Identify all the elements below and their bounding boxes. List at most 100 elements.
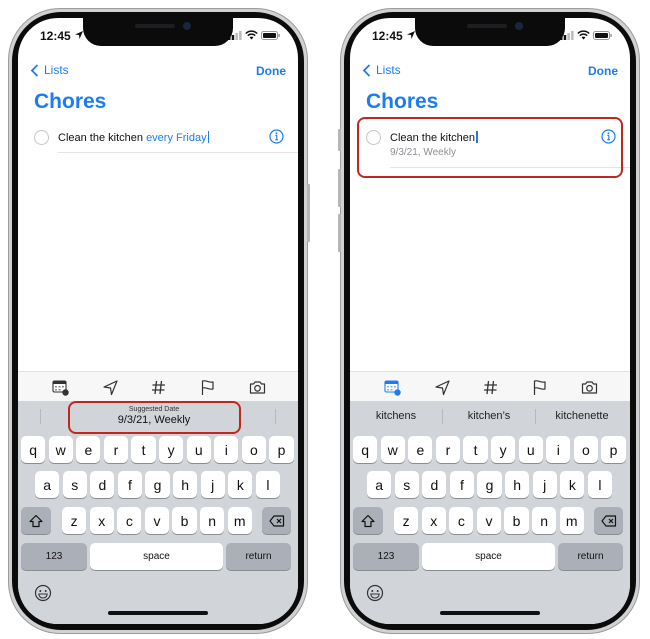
key-b[interactable]: b xyxy=(504,507,529,534)
key-f[interactable]: f xyxy=(449,471,475,498)
key-d[interactable]: d xyxy=(422,471,447,498)
annotation-highlight-reminder xyxy=(357,117,623,178)
key-p[interactable]: p xyxy=(269,436,294,463)
key-o[interactable]: o xyxy=(241,436,267,463)
key-f[interactable]: f xyxy=(117,471,143,498)
key-m[interactable]: m xyxy=(559,507,584,534)
key-e[interactable]: e xyxy=(76,436,101,463)
word-suggestion[interactable]: kitchenette xyxy=(536,401,628,431)
notch xyxy=(83,18,233,46)
calendar-date-icon[interactable] xyxy=(52,379,69,396)
emoji-icon[interactable] xyxy=(34,584,52,602)
key-a[interactable]: a xyxy=(367,471,392,498)
info-icon[interactable] xyxy=(269,129,284,144)
key-l[interactable]: l xyxy=(255,471,281,498)
volume-up-button xyxy=(338,129,341,151)
wifi-icon xyxy=(577,30,590,40)
camera-icon[interactable] xyxy=(581,379,598,396)
key-j[interactable]: j xyxy=(532,471,557,498)
return-key[interactable]: return xyxy=(226,543,291,570)
delete-key[interactable] xyxy=(262,507,291,534)
key-s[interactable]: s xyxy=(394,471,419,498)
key-y[interactable]: y xyxy=(159,436,184,463)
shift-key[interactable] xyxy=(21,507,51,534)
key-p[interactable]: p xyxy=(601,436,626,463)
keyboard: Suggested Date 9/3/21, Weekly qwertyuiop… xyxy=(18,401,298,624)
key-j[interactable]: j xyxy=(200,471,225,498)
key-a[interactable]: a xyxy=(35,471,60,498)
key-t[interactable]: t xyxy=(131,436,156,463)
done-button[interactable]: Done xyxy=(588,64,618,78)
numbers-key[interactable]: 123 xyxy=(21,543,87,570)
emoji-icon[interactable] xyxy=(366,584,384,602)
key-r[interactable]: r xyxy=(103,436,129,463)
key-r[interactable]: r xyxy=(435,436,461,463)
flag-icon[interactable] xyxy=(199,379,216,396)
word-suggestion[interactable]: kitchen’s xyxy=(443,401,535,431)
key-i[interactable]: i xyxy=(546,436,571,463)
key-o[interactable]: o xyxy=(573,436,599,463)
key-v[interactable]: v xyxy=(144,507,170,534)
calendar-date-icon[interactable] xyxy=(384,379,401,396)
quick-toolbar xyxy=(350,371,630,401)
key-l[interactable]: l xyxy=(587,471,613,498)
key-c[interactable]: c xyxy=(117,507,142,534)
key-h[interactable]: h xyxy=(173,471,198,498)
key-g[interactable]: g xyxy=(145,471,170,498)
key-x[interactable]: x xyxy=(421,507,446,534)
done-button[interactable]: Done xyxy=(256,64,286,78)
shift-icon xyxy=(361,514,375,527)
key-z[interactable]: z xyxy=(394,507,419,534)
reminder-title-input[interactable]: Clean the kitchen every Friday xyxy=(58,131,210,144)
numbers-key[interactable]: 123 xyxy=(353,543,419,570)
hashtag-icon[interactable] xyxy=(150,379,167,396)
key-x[interactable]: x xyxy=(89,507,114,534)
word-suggestion[interactable]: kitchens xyxy=(350,401,442,431)
key-b[interactable]: b xyxy=(172,507,197,534)
key-t[interactable]: t xyxy=(463,436,488,463)
complete-checkbox[interactable] xyxy=(34,130,49,145)
key-q[interactable]: q xyxy=(21,436,46,463)
delete-key[interactable] xyxy=(594,507,623,534)
backspace-icon xyxy=(268,514,284,527)
key-e[interactable]: e xyxy=(408,436,433,463)
hashtag-icon[interactable] xyxy=(482,379,499,396)
nav-bar: Lists Done xyxy=(350,63,630,83)
shift-key[interactable] xyxy=(353,507,383,534)
key-w[interactable]: w xyxy=(380,436,405,463)
reminder-row: Clean the kitchen every Friday xyxy=(18,128,298,158)
space-key[interactable]: space xyxy=(422,543,555,570)
key-q[interactable]: q xyxy=(353,436,378,463)
key-v[interactable]: v xyxy=(476,507,502,534)
return-key[interactable]: return xyxy=(558,543,623,570)
key-u[interactable]: u xyxy=(186,436,211,463)
list-title: Chores xyxy=(34,90,107,113)
key-s[interactable]: s xyxy=(62,471,87,498)
flag-icon[interactable] xyxy=(531,379,548,396)
back-button[interactable]: Lists xyxy=(362,63,401,77)
key-h[interactable]: h xyxy=(505,471,530,498)
key-k[interactable]: k xyxy=(560,471,585,498)
screen-right: 12:45 Lists Done Chores Clean the kitche… xyxy=(350,18,630,624)
location-arrow-icon[interactable] xyxy=(102,379,119,396)
list-title: Chores xyxy=(366,90,439,113)
key-d[interactable]: d xyxy=(90,471,115,498)
key-z[interactable]: z xyxy=(62,507,87,534)
key-g[interactable]: g xyxy=(477,471,502,498)
detected-date-phrase: every Friday xyxy=(146,132,207,144)
key-m[interactable]: m xyxy=(227,507,252,534)
key-w[interactable]: w xyxy=(48,436,73,463)
notch xyxy=(415,18,565,46)
back-button[interactable]: Lists xyxy=(30,63,69,77)
key-n[interactable]: n xyxy=(200,507,225,534)
shift-icon xyxy=(29,514,43,527)
camera-icon[interactable] xyxy=(249,379,266,396)
key-c[interactable]: c xyxy=(449,507,474,534)
location-arrow-icon[interactable] xyxy=(434,379,451,396)
key-n[interactable]: n xyxy=(532,507,557,534)
space-key[interactable]: space xyxy=(90,543,223,570)
key-k[interactable]: k xyxy=(228,471,253,498)
key-y[interactable]: y xyxy=(491,436,516,463)
key-i[interactable]: i xyxy=(214,436,239,463)
key-u[interactable]: u xyxy=(518,436,543,463)
